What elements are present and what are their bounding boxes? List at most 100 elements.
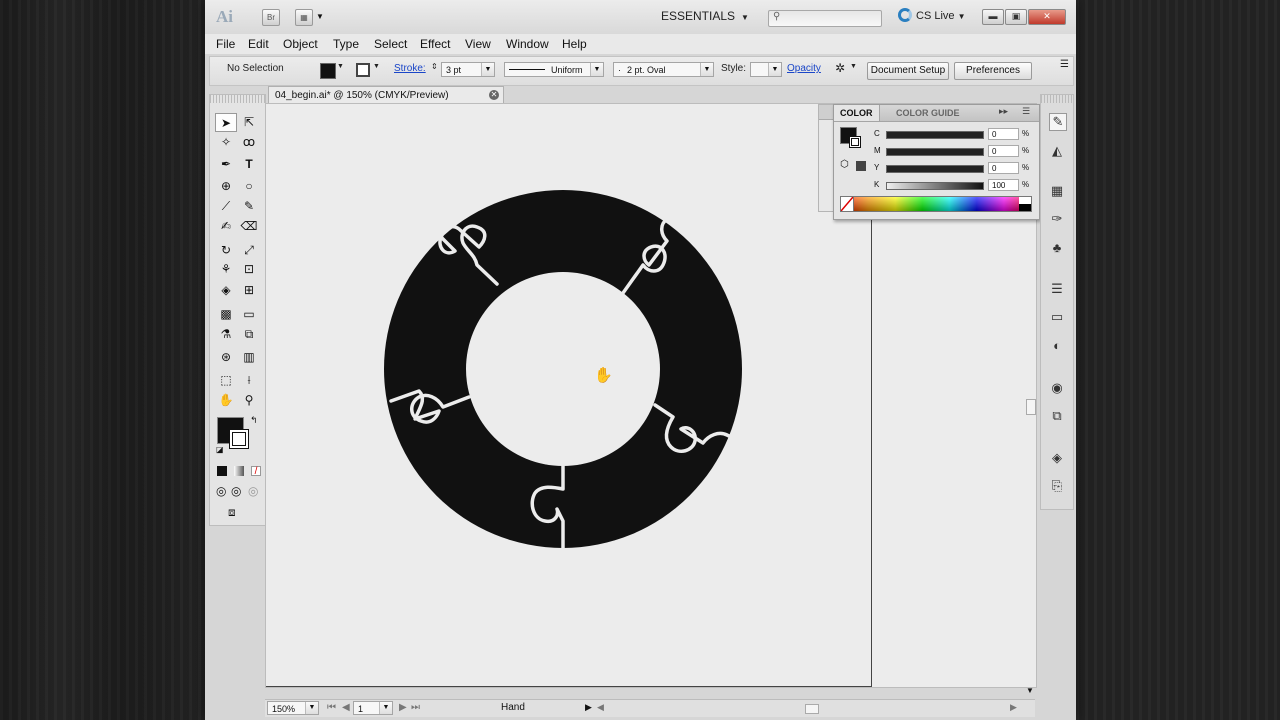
chevron-down-icon[interactable]: ▼ [373,63,380,70]
collapse-panel-icon[interactable]: ▸▸ [999,106,1008,117]
panel-grip[interactable] [210,95,265,103]
black-value-input[interactable]: 100 [988,179,1019,191]
none-mode-icon[interactable]: / [251,466,261,477]
swap-fill-stroke-icon[interactable]: ↰ [250,415,258,426]
eraser-tool-icon[interactable]: ⌫ [238,217,260,236]
last-artboard-icon[interactable]: ⏭ [411,702,420,713]
out-of-gamut-icon[interactable]: ⬡ [840,159,849,170]
rotate-tool-icon[interactable]: ↻ [215,241,237,260]
arrange-dropdown-icon[interactable]: ▼ [316,12,324,21]
scroll-down-arrow-icon[interactable]: ▼ [1026,686,1034,695]
layers-icon[interactable]: ◈ [1049,450,1065,466]
stroke-color-swatch[interactable] [229,429,249,449]
workspace-switcher[interactable]: ESSENTIALS ▼ [661,9,749,23]
color-mode-icon[interactable] [217,466,227,476]
brush-definition-dropdown[interactable]: · 2 pt. Oval ▼ [613,62,714,77]
panel-grip[interactable] [1041,95,1073,103]
bridge-button[interactable]: Br [262,9,280,26]
panel-menu-icon[interactable]: ☰ [1022,106,1030,117]
stroke-icon[interactable]: ☰ [1049,281,1065,297]
line-segment-tool-icon[interactable]: ⊕ [215,177,237,196]
artboard[interactable]: ✋ [266,104,872,687]
tab-color-guide[interactable]: COLOR GUIDE [890,105,966,121]
gradient-tool-icon[interactable]: ▭ [238,305,260,324]
artboard-tool-icon[interactable]: ⬚ [215,371,237,390]
paintbrush-tool-icon[interactable]: ⟋ [215,197,237,216]
column-graph-tool-icon[interactable]: ▥ [238,348,260,367]
artboard-number-dropdown[interactable]: 1 ▼ [353,701,393,715]
menu-type[interactable]: Type [333,37,359,51]
symbols-icon[interactable]: ♣ [1049,240,1065,256]
symbol-sprayer-tool-icon[interactable]: ⊛ [215,348,237,367]
close-button[interactable]: ✕ [1028,9,1066,25]
type-tool-icon[interactable]: T [238,155,260,174]
menu-object[interactable]: Object [283,37,318,51]
cyan-value-input[interactable]: 0 [988,128,1019,140]
direct-selection-tool-icon[interactable]: ⇱ [238,113,260,132]
menu-edit[interactable]: Edit [248,37,269,51]
magic-wand-tool-icon[interactable]: ✧ [215,133,237,152]
color-panel-icon[interactable]: ✎ [1049,113,1067,131]
first-artboard-icon[interactable]: ⏮ [327,702,336,713]
chevron-down-icon[interactable]: ▼ [850,63,857,70]
fill-swatch[interactable] [320,63,336,79]
mesh-tool-icon[interactable]: ▩ [215,305,237,324]
white-swatch[interactable] [1019,197,1031,204]
scale-tool-icon[interactable]: ⤢ [238,241,260,260]
recolor-artwork-icon[interactable]: ✲ [835,61,845,75]
next-artboard-icon[interactable]: ▶ [399,702,407,713]
menu-select[interactable]: Select [374,37,407,51]
menu-file[interactable]: File [216,37,235,51]
shape-builder-tool-icon[interactable]: ◈ [215,281,237,300]
color-guide-icon[interactable]: ◭ [1049,143,1065,159]
appearance-icon[interactable]: ◉ [1049,380,1065,396]
stroke-panel-link[interactable]: Stroke: [394,63,426,74]
draw-behind-icon[interactable]: ◎ [231,484,241,498]
document-tab[interactable]: 04_begin.ai* @ 150% (CMYK/Preview) ✕ [268,86,504,103]
screen-mode-icon[interactable]: ⧈ [228,505,236,520]
variable-width-profile-dropdown[interactable]: Uniform ▼ [504,62,604,77]
document-setup-button[interactable]: Document Setup [867,62,949,80]
stroke-swatch[interactable] [356,63,370,77]
blob-brush-tool-icon[interactable]: ✍ [215,217,237,236]
stroke-weight-dropdown[interactable]: 3 pt ▼ [441,62,495,77]
web-safe-color-icon[interactable] [856,161,866,171]
graphic-style-dropdown[interactable]: ▼ [750,62,782,77]
panel-menu-icon[interactable]: ☰ [1060,59,1069,70]
ellipse-tool-icon[interactable]: ○ [238,177,260,196]
yellow-value-input[interactable]: 0 [988,162,1019,174]
menu-window[interactable]: Window [506,37,549,51]
draw-inside-icon[interactable]: ◎ [248,484,258,498]
gradient-mode-icon[interactable] [234,466,244,476]
black-slider[interactable] [886,182,984,190]
zoom-dropdown[interactable]: 150% ▼ [267,701,319,715]
draw-normal-icon[interactable]: ◎ [216,484,226,498]
cs-live-menu[interactable]: CS Live ▼ [898,8,966,22]
width-tool-icon[interactable]: ⚘ [215,260,237,279]
color-spectrum-bar[interactable] [840,196,1032,212]
artboards-icon[interactable]: ⎘ [1049,478,1065,494]
free-transform-tool-icon[interactable]: ⊡ [238,260,260,279]
menu-view[interactable]: View [465,37,491,51]
transparency-icon[interactable]: ◐ [1049,338,1065,354]
black-swatch[interactable] [1019,204,1031,211]
cyan-slider[interactable] [886,131,984,139]
none-swatch[interactable] [840,196,854,212]
tab-color[interactable]: COLOR [834,105,880,121]
pencil-tool-icon[interactable]: ✎ [238,197,260,216]
status-menu-arrow-icon[interactable]: ▶ [585,702,592,713]
hand-tool-icon[interactable]: ✋ [215,391,237,410]
magenta-value-input[interactable]: 0 [988,145,1019,157]
opacity-panel-link[interactable]: Opacity [787,63,821,74]
default-colors-icon[interactable]: ◪ [216,445,224,454]
preferences-button[interactable]: Preferences [954,62,1032,80]
horizontal-scroll-thumb[interactable] [805,704,819,714]
slice-tool-icon[interactable]: ⟊ [238,371,260,390]
graphic-styles-icon[interactable]: ⧉ [1049,408,1065,424]
close-tab-icon[interactable]: ✕ [489,90,499,100]
yellow-slider[interactable] [886,165,984,173]
pen-tool-icon[interactable]: ✒ [215,155,237,174]
brushes-icon[interactable]: ✑ [1049,211,1065,227]
gradient-icon[interactable]: ▭ [1049,309,1065,325]
selection-tool-icon[interactable]: ➤ [215,113,237,132]
